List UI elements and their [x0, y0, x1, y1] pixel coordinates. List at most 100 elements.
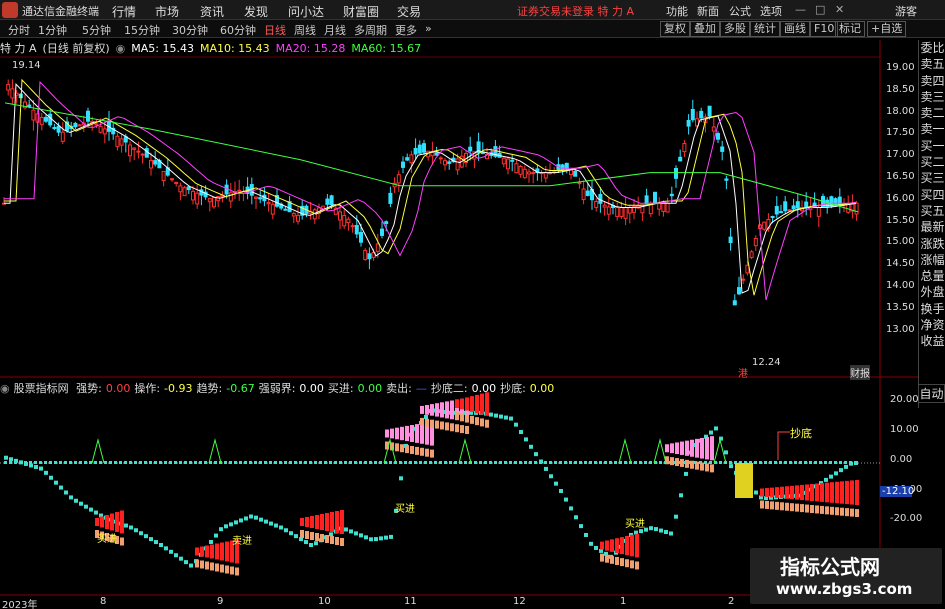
- signal-bar-low: [790, 503, 794, 512]
- oscillator-dot: [574, 515, 578, 520]
- zero-line-dot: [809, 461, 812, 464]
- side-item[interactable]: 最新: [919, 219, 945, 235]
- indicator-settings-icon[interactable]: ◉: [0, 382, 10, 395]
- side-item[interactable]: 卖五: [919, 56, 945, 72]
- indicator-bars: [4, 392, 859, 576]
- oscillator-dot: [494, 413, 498, 418]
- signal-bar: [310, 516, 314, 528]
- signal-bar: [810, 484, 814, 501]
- oscillator-dot: [279, 525, 283, 530]
- candle-body: [342, 215, 347, 227]
- buy-label-3: 买进: [395, 504, 415, 515]
- side-item[interactable]: 涨幅: [919, 252, 945, 268]
- oscillator-dot: [179, 556, 183, 561]
- oscillator-dot: [229, 522, 233, 527]
- candle-body: [678, 156, 683, 162]
- signal-bar: [705, 437, 709, 460]
- oscillator-dot: [589, 541, 593, 546]
- signal-bar-low: [685, 459, 689, 468]
- side-item[interactable]: 外盘: [919, 284, 945, 300]
- signal-bar: [395, 427, 399, 440]
- kline-chart[interactable]: [0, 0, 945, 609]
- quote-side-panel[interactable]: 委比 卖五 卖四 卖三 卖二 卖一 买一 买二 买三 买四 买五 最新 涨跌 涨幅 总量 外盘 换手 净资 收益: [918, 40, 945, 408]
- signal-bar-low: [430, 419, 434, 428]
- oscillator-dot: [234, 520, 238, 525]
- oscillator-dot: [369, 537, 373, 542]
- zero-line-dot: [729, 461, 732, 464]
- oscillator-dot: [164, 546, 168, 551]
- side-item[interactable]: 委比: [919, 40, 945, 56]
- zero-line-dot: [414, 461, 417, 464]
- oscillator-dot: [129, 525, 133, 530]
- oscillator-dot: [54, 480, 58, 485]
- zero-line-dot: [659, 461, 662, 464]
- side-item[interactable]: 卖二: [919, 105, 945, 121]
- price-tick: 18.00: [886, 105, 915, 117]
- chaodi-bracket: [777, 431, 790, 460]
- zero-line-dot: [824, 461, 827, 464]
- side-item[interactable]: 卖一: [919, 121, 945, 137]
- oscillator-dot: [29, 463, 33, 468]
- oscillator-dot: [834, 471, 838, 476]
- candle-body: [514, 163, 519, 174]
- signal-bar: [465, 397, 469, 411]
- oscillator-dot: [729, 464, 733, 469]
- indicator-name[interactable]: 股票指标网: [14, 382, 69, 395]
- auto-button[interactable]: 自动: [918, 384, 945, 403]
- side-item[interactable]: 换手: [919, 301, 945, 317]
- signal-bar-low: [625, 559, 629, 568]
- candle-body: [10, 88, 15, 99]
- side-item[interactable]: 收益: [919, 333, 945, 349]
- side-item[interactable]: 买三: [919, 170, 945, 186]
- candle-body: [762, 221, 767, 230]
- signal-bar: [480, 393, 484, 415]
- zero-line-dot: [509, 461, 512, 464]
- side-item[interactable]: 净资: [919, 317, 945, 333]
- oscillator-dot: [399, 476, 403, 481]
- event-tag[interactable]: 港: [738, 365, 748, 380]
- signal-bar: [820, 483, 824, 502]
- candle-body: [770, 215, 775, 218]
- candle-body: [396, 174, 401, 184]
- zero-line-dot: [774, 461, 777, 464]
- side-item[interactable]: 买五: [919, 203, 945, 219]
- zero-line-dot: [359, 461, 362, 464]
- side-item[interactable]: 卖三: [919, 89, 945, 105]
- zero-line-dot: [149, 461, 152, 464]
- signal-bar-low: [775, 501, 779, 510]
- zero-line-dot: [289, 461, 292, 464]
- zero-line-dot: [84, 461, 87, 464]
- signal-bar: [620, 537, 624, 555]
- signal-bar-low: [315, 533, 319, 541]
- candle-body: [816, 207, 821, 217]
- side-item[interactable]: 买四: [919, 187, 945, 203]
- side-item[interactable]: 买一: [919, 138, 945, 154]
- signal-bar: [605, 540, 609, 551]
- side-item[interactable]: 卖四: [919, 73, 945, 89]
- side-item[interactable]: 买二: [919, 154, 945, 170]
- earnings-tag[interactable]: 财报: [850, 365, 870, 380]
- signal-bar-low: [230, 566, 234, 575]
- moving-average-lines: [4, 78, 859, 301]
- zero-line-dot: [479, 461, 482, 464]
- zero-line-dot: [109, 461, 112, 464]
- signal-bar: [215, 543, 219, 560]
- price-tick: 14.00: [886, 280, 915, 291]
- oscillator-dot: [149, 537, 153, 542]
- oscillator-dot: [169, 549, 173, 554]
- zero-line-dot: [569, 461, 572, 464]
- signal-bar-low: [635, 561, 639, 570]
- candle-body: [39, 117, 44, 125]
- oscillator-dot: [584, 532, 588, 537]
- candle-body: [380, 228, 384, 236]
- signal-bar-low: [830, 506, 834, 515]
- signal-bar: [405, 425, 409, 442]
- oscillator-dot: [89, 507, 93, 512]
- side-item[interactable]: 总量: [919, 268, 945, 284]
- candle-body: [585, 190, 590, 196]
- signal-bar-low: [465, 426, 469, 434]
- side-item[interactable]: 涨跌: [919, 236, 945, 252]
- zero-line-dot: [264, 461, 267, 464]
- zero-line-dot: [759, 461, 762, 464]
- oscillator-dot: [284, 528, 288, 533]
